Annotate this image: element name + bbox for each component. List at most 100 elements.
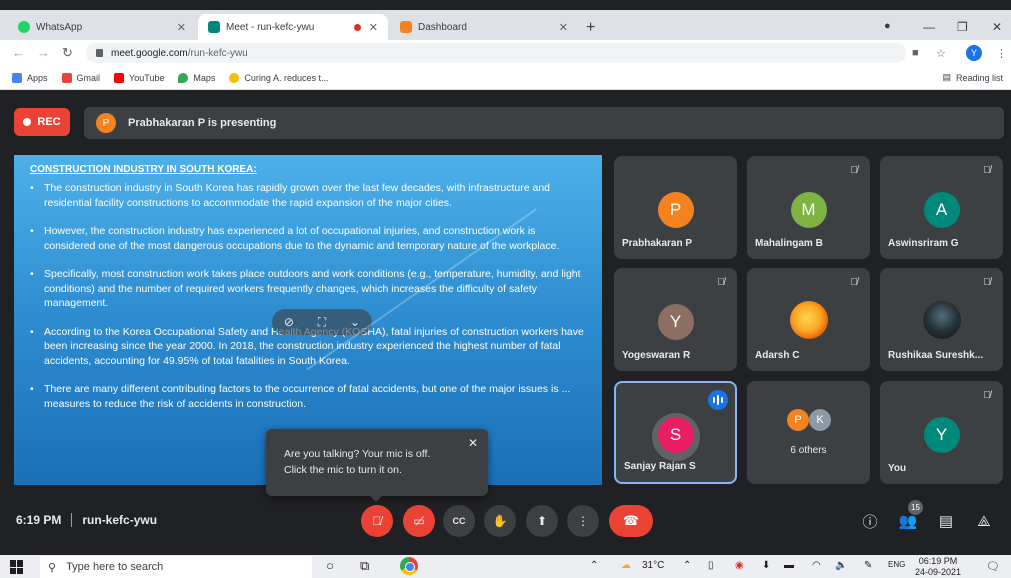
self-tile[interactable]: 🎙̸ Y You [880, 381, 1003, 484]
wifi-icon[interactable]: ◠ [812, 560, 821, 571]
search-icon: ⚲ [48, 561, 57, 574]
bookmark-gmail[interactable]: Gmail [61, 72, 101, 83]
minimize-button[interactable]: — [923, 20, 935, 34]
participant-name: Sanjay Rajan S [624, 461, 696, 472]
recording-indicator[interactable]: REC [14, 108, 70, 136]
participant-tile[interactable]: 🎙̸ Adarsh C [747, 268, 870, 371]
volume-icon[interactable]: 🔈 [835, 560, 847, 571]
bookmark-apps[interactable]: Apps [12, 72, 48, 83]
task-view-icon[interactable]: ⧉ [360, 558, 369, 574]
more-options-icon[interactable]: ⌄ [350, 315, 360, 329]
bookmark-star-icon[interactable]: ☆ [936, 47, 946, 60]
record-dot-icon [23, 118, 32, 126]
bookmark-label: Curing A. reduces t... [244, 72, 329, 83]
participant-avatar: P [657, 192, 694, 228]
mic-off-icon: 🎙̸ [983, 276, 991, 288]
notifications-icon[interactable]: 🗨 [986, 560, 1000, 573]
tray-app-icon[interactable]: ◉ [735, 560, 744, 571]
clock-time: 06:19 PM [918, 556, 958, 566]
dashboard-icon [400, 21, 412, 33]
bookmark-google[interactable]: Curing A. reduces t... [229, 72, 329, 83]
mic-off-icon: 🎙̸ [717, 276, 725, 288]
others-tile[interactable]: P K 6 others [747, 381, 870, 484]
camera-toggle-button[interactable]: ▭̸ [403, 505, 435, 537]
bookmarks-bar: Apps Gmail YouTube Maps Curing A. reduce… [0, 66, 1011, 90]
cortana-icon[interactable]: ○ [326, 558, 334, 573]
expand-icon[interactable]: ⛶ [318, 315, 326, 330]
youtube-icon [114, 72, 125, 83]
reading-list-label: Reading list [955, 72, 1003, 83]
weather-icon[interactable]: ☁ [621, 560, 631, 571]
new-tab-button[interactable]: + [586, 19, 595, 37]
reading-list-button[interactable]: ▤ Reading list [942, 72, 1003, 83]
chrome-taskbar-icon[interactable] [400, 557, 418, 575]
participant-tile[interactable]: 🎙̸ A Aswinsriram G [880, 156, 1003, 259]
forward-button[interactable]: → [37, 45, 50, 60]
media-control-icon[interactable]: ● [884, 20, 891, 32]
tray-app-icon[interactable]: ▯ [708, 560, 714, 571]
speaking-indicator-icon [708, 390, 728, 410]
tooltip-line: Are you talking? Your mic is off. [284, 448, 431, 460]
back-button[interactable]: ← [12, 45, 25, 60]
close-icon[interactable]: ✕ [468, 435, 478, 451]
maximize-button[interactable]: ❐ [957, 20, 968, 34]
more-vert-icon: ⋮ [577, 514, 589, 528]
whatsapp-icon [18, 21, 30, 33]
lock-icon [96, 49, 103, 57]
participant-tile[interactable]: 🎙̸ Rushikaa Sureshk... [880, 268, 1003, 371]
raise-hand-button[interactable]: ✋ [484, 505, 516, 537]
mic-off-tooltip: ✕ Are you talking? Your mic is off. Clic… [266, 429, 488, 502]
participant-name: Mahalingam B [755, 238, 823, 249]
reading-list-icon: ▤ [942, 72, 951, 82]
close-tab-icon[interactable]: ✕ [177, 21, 186, 34]
leave-call-button[interactable]: ☎ [609, 505, 653, 537]
participant-tile[interactable]: 🎙̸ M Mahalingam B [747, 156, 870, 259]
weather-temp[interactable]: 31°C [642, 560, 664, 571]
mic-off-icon: 🎙̸ [850, 276, 858, 288]
tab-whatsapp[interactable]: WhatsApp ✕ [8, 14, 196, 40]
participant-photo [789, 301, 828, 339]
more-options-button[interactable]: ⋮ [567, 505, 599, 537]
hang-up-icon: ☎ [622, 513, 640, 528]
language-indicator[interactable]: ENG [888, 560, 905, 569]
presenting-text: Prabhakaran P is presenting [128, 117, 277, 129]
address-bar[interactable]: meet.google.com/run-kefc-ywu [86, 43, 906, 63]
close-tab-icon[interactable]: ✕ [559, 21, 568, 34]
bookmark-label: Gmail [76, 72, 101, 83]
close-tab-icon[interactable]: ✕ [369, 21, 378, 34]
bookmark-youtube[interactable]: YouTube [114, 72, 164, 83]
tab-title: Meet - run-kefc-ywu [226, 21, 315, 33]
menu-kebab-icon[interactable]: ⋮ [996, 47, 1007, 60]
windows-start-icon[interactable] [10, 560, 24, 574]
camera-in-use-icon[interactable]: ■ [912, 47, 919, 59]
tray-download-icon[interactable]: ⬇ [762, 560, 770, 571]
captions-button[interactable]: CC [443, 505, 475, 537]
present-now-button[interactable]: ⬆ [526, 505, 558, 537]
mic-toggle-button[interactable]: 🎙̸ [361, 505, 393, 537]
apps-grid-icon [12, 72, 22, 83]
meeting-time: 6:19 PM [16, 513, 62, 527]
presentation-overlay-controls[interactable]: ⊘ ⛶ ⌄ [272, 309, 372, 335]
taskbar-clock[interactable]: 06:19 PM 24-09-2021 [915, 556, 961, 578]
clock-date: 24-09-2021 [915, 567, 962, 577]
participant-tile[interactable]: P Prabhakaran P [614, 156, 737, 259]
taskbar-search[interactable]: ⚲ Type here to search [40, 556, 312, 578]
tab-meet[interactable]: Meet - run-kefc-ywu ✕ [198, 14, 388, 40]
scroll-up-icon[interactable]: ⌃ [590, 560, 598, 571]
chat-icon[interactable]: ▤ [935, 510, 957, 532]
profile-avatar[interactable]: Y [966, 45, 982, 61]
reload-button[interactable]: ↻ [62, 45, 73, 61]
people-icon[interactable]: 👥 [897, 510, 919, 532]
close-window-button[interactable]: ✕ [992, 20, 1002, 34]
google-icon [229, 72, 240, 83]
battery-icon[interactable]: ▬ [784, 560, 794, 571]
tray-overflow-icon[interactable]: ⌃ [683, 560, 691, 571]
tab-dashboard[interactable]: Dashboard ✕ [390, 14, 578, 40]
participant-tile-active-speaker[interactable]: S Sanjay Rajan S [614, 381, 737, 484]
meeting-details-icon[interactable]: ⓘ [859, 510, 881, 532]
raise-hand-icon: ✋ [492, 514, 508, 528]
pen-icon[interactable]: ✎ [864, 560, 872, 571]
participant-tile[interactable]: 🎙̸ Y Yogeswaran R [614, 268, 737, 371]
bookmark-maps[interactable]: Maps [178, 72, 215, 83]
activities-icon[interactable]: ⟁ [973, 510, 995, 532]
